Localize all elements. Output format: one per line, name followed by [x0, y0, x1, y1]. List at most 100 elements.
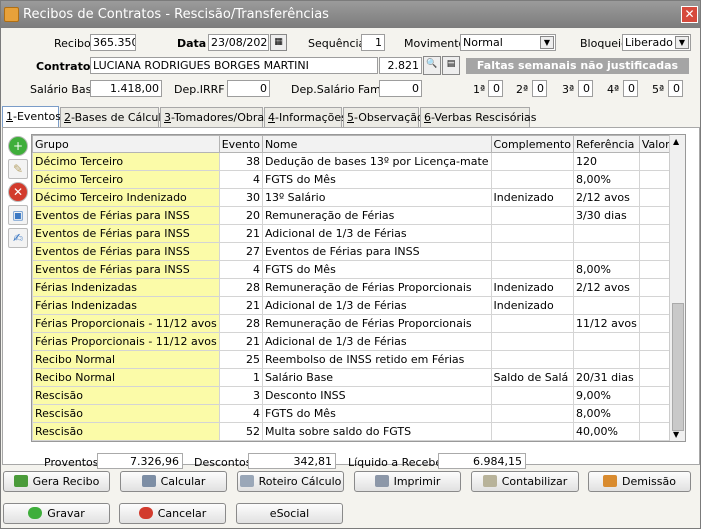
scroll-down-icon[interactable]: ▼: [673, 430, 679, 439]
table-row[interactable]: Férias Proporcionais - 11/12 avos 21 Adici…: [32, 332, 685, 351]
grid-cell-referencia[interactable]: 11/12 avos: [572, 314, 640, 333]
semana-1-field[interactable]: 0: [488, 80, 503, 97]
grid-cell-nome[interactable]: Remuneração de Férias Proporcionais: [261, 314, 492, 333]
semana-3-field[interactable]: 0: [578, 80, 593, 97]
col-grupo[interactable]: Grupo: [32, 135, 220, 153]
grid-cell-referencia[interactable]: 9,00%: [572, 386, 640, 405]
calcular-button[interactable]: Calcular: [120, 471, 227, 492]
grid-cell-nome[interactable]: FGTS do Mês: [261, 170, 492, 189]
dep-salario-fam-field[interactable]: 0: [379, 80, 422, 97]
esocial-button[interactable]: eSocial: [236, 503, 343, 524]
grid-cell-evento[interactable]: 25: [218, 350, 263, 369]
grid-cell-grupo[interactable]: Eventos de Férias para INSS: [32, 260, 220, 279]
grid-cell-evento[interactable]: 3: [218, 386, 263, 405]
grid-cell-complemento[interactable]: [490, 206, 574, 225]
grid-cell-nome[interactable]: 13º Salário: [261, 188, 492, 207]
grid-cell-complemento[interactable]: [490, 422, 574, 441]
grid-cell-complemento[interactable]: [490, 260, 574, 279]
grid-cell-referencia[interactable]: 2/12 avos: [572, 278, 640, 297]
recibo-field[interactable]: 365.350: [90, 34, 136, 51]
grid-cell-referencia[interactable]: [572, 242, 640, 261]
table-row[interactable]: Rescisão3Desconto INSS9,00%82,85-: [32, 386, 685, 405]
grid-cell-referencia[interactable]: 8,00%: [572, 170, 640, 189]
grid-cell-grupo[interactable]: Férias Indenizadas: [32, 296, 220, 315]
grid-cell-grupo[interactable]: Rescisão: [32, 386, 220, 405]
grid-cell-grupo[interactable]: Rescisão: [32, 422, 220, 441]
tab-eventos[interactable]: 1-Eventos: [2, 106, 61, 127]
grid-cell-referencia[interactable]: 120: [572, 152, 640, 171]
col-nome[interactable]: Nome: [261, 135, 492, 153]
grid-cell-evento[interactable]: 38: [218, 152, 263, 171]
grid-cell-evento[interactable]: 28: [218, 278, 263, 297]
grid-cell-evento[interactable]: 1: [218, 368, 263, 387]
table-row[interactable]: Eventos de Férias para INSS 4 FGTS do Mês 8…: [32, 260, 685, 279]
tab-tomadores-obras[interactable]: 3-Tomadores/Obras: [160, 107, 270, 127]
grid-cell-grupo[interactable]: Férias Proporcionais - 11/12 avos: [32, 314, 220, 333]
grid-cell-evento[interactable]: 4: [218, 170, 263, 189]
grid-cell-evento[interactable]: 27: [218, 242, 263, 261]
grid-cell-complemento[interactable]: Indenizado: [490, 296, 574, 315]
grid-cell-evento[interactable]: 4: [218, 404, 263, 423]
grid-cell-complemento[interactable]: [490, 242, 574, 261]
grid-cell-nome[interactable]: Salário Base: [261, 368, 492, 387]
contrato-name-field[interactable]: LUCIANA RODRIGUES BORGES MARTINI: [90, 57, 378, 74]
grid-cell-grupo[interactable]: Eventos de Férias para INSS: [32, 206, 220, 225]
grid-cell-nome[interactable]: FGTS do Mês: [261, 404, 492, 423]
contrato-code-field[interactable]: 2.821: [379, 57, 422, 74]
tab-verbas-rescisorias[interactable]: 6-Verbas Rescisórias: [420, 107, 537, 127]
grid-cell-referencia[interactable]: [572, 350, 640, 369]
data-field[interactable]: 23/08/2021: [208, 34, 269, 51]
grid-cell-referencia[interactable]: 2/12 avos: [572, 188, 640, 207]
events-grid[interactable]: Grupo Evento Nome Complemento Referência…: [31, 134, 686, 442]
save-event-button[interactable]: ▣: [8, 205, 28, 225]
tab-informacoes[interactable]: 4-Informações: [264, 107, 347, 127]
grid-cell-complemento[interactable]: [490, 314, 574, 333]
grid-cell-evento[interactable]: 52: [218, 422, 263, 441]
grid-cell-grupo[interactable]: Décimo Terceiro Indenizado: [32, 188, 220, 207]
grid-cell-grupo[interactable]: Recibo Normal: [32, 368, 220, 387]
grid-cell-complemento[interactable]: Indenizado: [490, 188, 574, 207]
grid-cell-evento[interactable]: 21: [218, 224, 263, 243]
grid-cell-referencia[interactable]: 40,00%: [572, 422, 640, 441]
table-row[interactable]: Eventos de Férias para INSS 27 Eventos de …: [32, 242, 685, 261]
grid-cell-nome[interactable]: FGTS do Mês: [261, 260, 492, 279]
salario-base-field[interactable]: 1.418,00: [90, 80, 162, 97]
calendar-button[interactable]: ▦: [270, 34, 287, 51]
grid-cell-nome[interactable]: Multa sobre saldo do FGTS: [261, 422, 492, 441]
grid-cell-grupo[interactable]: Férias Indenizadas: [32, 278, 220, 297]
grid-cell-nome[interactable]: Eventos de Férias para INSS: [261, 242, 492, 261]
grid-cell-grupo[interactable]: Eventos de Férias para INSS: [32, 224, 220, 243]
movimento-select[interactable]: Normal ▼: [460, 34, 556, 51]
grid-cell-referencia[interactable]: 8,00%: [572, 260, 640, 279]
semana-4-field[interactable]: 0: [623, 80, 638, 97]
scroll-up-icon[interactable]: ▲: [673, 137, 679, 146]
edit-event-button[interactable]: ✎: [8, 159, 28, 179]
grid-cell-referencia[interactable]: 20/31 dias: [572, 368, 640, 387]
grid-cell-nome[interactable]: Dedução de bases 13º por Licença-mate: [261, 152, 492, 171]
grid-cell-grupo[interactable]: Rescisão: [32, 404, 220, 423]
gera-recibo-button[interactable]: Gera Recibo: [3, 471, 110, 492]
grid-scrollbar[interactable]: ▲ ▼: [669, 135, 685, 441]
contract-details-button[interactable]: ▤: [442, 56, 460, 75]
contabilizar-button[interactable]: Contabilizar: [471, 471, 579, 492]
grid-cell-complemento[interactable]: [490, 404, 574, 423]
roteiro-calculo-button[interactable]: Roteiro Cálculo: [237, 471, 344, 492]
table-row[interactable]: Férias Indenizadas 28 Remuneração de Féria…: [32, 278, 685, 297]
grid-cell-evento[interactable]: 21: [218, 296, 263, 315]
grid-cell-evento[interactable]: 21: [218, 332, 263, 351]
col-complemento[interactable]: Complemento: [490, 135, 574, 153]
table-row[interactable]: Eventos de Férias para INSS 20 Remuneração…: [32, 206, 685, 225]
semana-2-field[interactable]: 0: [532, 80, 547, 97]
grid-cell-grupo[interactable]: Décimo Terceiro: [32, 170, 220, 189]
grid-cell-grupo[interactable]: Eventos de Férias para INSS: [32, 242, 220, 261]
grid-cell-nome[interactable]: Adicional de 1/3 de Férias: [261, 296, 492, 315]
grid-cell-referencia[interactable]: [572, 332, 640, 351]
grid-cell-nome[interactable]: Remuneração de Férias Proporcionais: [261, 278, 492, 297]
scroll-thumb[interactable]: [672, 303, 684, 431]
bloqueio-select[interactable]: Liberado ▼: [622, 34, 691, 51]
grid-cell-complemento[interactable]: [490, 224, 574, 243]
gravar-button[interactable]: Gravar: [3, 503, 110, 524]
grid-cell-nome[interactable]: Adicional de 1/3 de Férias: [261, 332, 492, 351]
grid-cell-complemento[interactable]: Saldo de Salá: [490, 368, 574, 387]
table-row[interactable]: Férias Proporcionais - 11/12 avos 28 Remun…: [32, 314, 685, 333]
